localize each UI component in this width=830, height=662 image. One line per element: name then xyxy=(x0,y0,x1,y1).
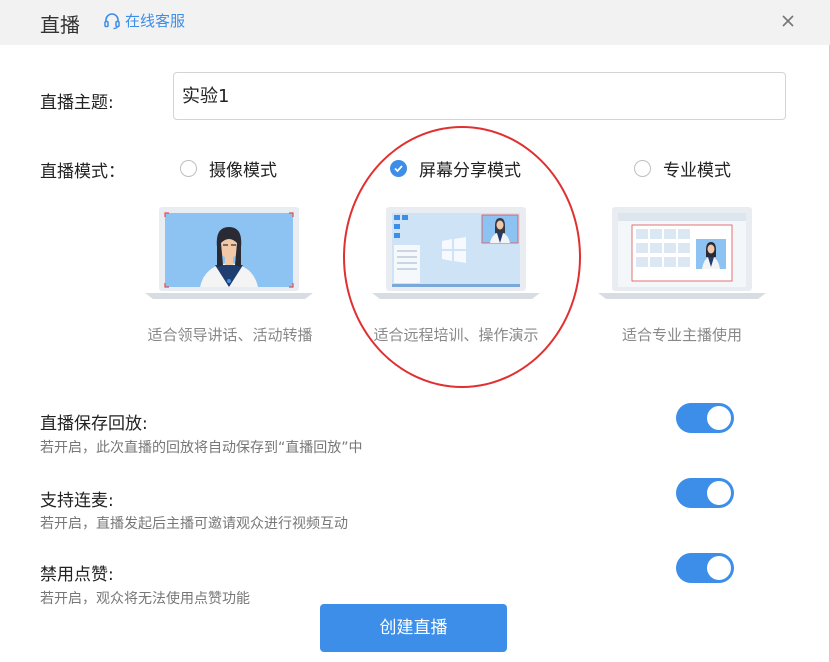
topic-input[interactable]: 实验1 xyxy=(173,72,786,120)
toggle-save-replay[interactable] xyxy=(676,403,734,433)
toggle-co-host[interactable] xyxy=(676,478,734,508)
setting-desc-replay: 若开启，此次直播的回放将自动保存到“直播回放”中 xyxy=(40,440,363,456)
topic-label: 直播主题: xyxy=(40,93,114,113)
create-live-button[interactable]: 创建直播 xyxy=(320,604,507,652)
setting-title-co-host: 支持连麦: xyxy=(40,491,114,511)
setting-desc-co-host: 若开启，直播发起后主播可邀请观众进行视频互动 xyxy=(40,516,348,532)
professional-mode-caption: 适合专业主播使用 xyxy=(621,326,742,344)
toggle-disable-likes[interactable] xyxy=(676,553,734,583)
close-icon[interactable] xyxy=(778,11,798,31)
radio-camera[interactable] xyxy=(180,160,197,177)
mode-professional-label: 专业模式 xyxy=(663,161,731,181)
professional-mode-illustration[interactable] xyxy=(598,205,766,301)
setting-desc-disable-likes: 若开启，观众将无法使用点赞功能 xyxy=(40,591,250,607)
check-icon xyxy=(394,165,403,173)
radio-professional[interactable] xyxy=(634,160,651,177)
camera-mode-caption: 适合领导讲话、活动转播 xyxy=(147,326,313,344)
mode-option-screen-share[interactable]: 屏幕分享模式 xyxy=(390,156,521,181)
dialog-header: 直播 在线客服 xyxy=(0,0,830,45)
toggle-knob xyxy=(707,481,731,505)
online-support-label: 在线客服 xyxy=(125,12,186,30)
mode-screen-share-label: 屏幕分享模式 xyxy=(419,161,521,181)
screen-share-mode-caption: 适合远程培训、操作演示 xyxy=(373,326,539,344)
mode-label: 直播模式： xyxy=(40,162,125,182)
camera-mode-illustration[interactable] xyxy=(145,205,313,301)
mode-option-camera[interactable]: 摄像模式 xyxy=(180,156,277,181)
mode-option-professional[interactable]: 专业模式 xyxy=(634,156,731,181)
online-support-link[interactable]: 在线客服 xyxy=(103,10,185,31)
screen-share-mode-illustration[interactable] xyxy=(372,205,540,301)
dialog-title: 直播 xyxy=(40,13,80,37)
mode-camera-label: 摄像模式 xyxy=(209,161,277,181)
headset-icon xyxy=(104,12,120,29)
toggle-knob xyxy=(707,556,731,580)
setting-title-replay: 直播保存回放: xyxy=(40,414,148,434)
toggle-knob xyxy=(707,406,731,430)
setting-title-disable-likes: 禁用点赞: xyxy=(40,565,114,585)
live-create-dialog: 直播 在线客服 直播主题: 实验1 直播模式： 摄像模式 屏幕分享模式 专业模式 xyxy=(0,0,830,662)
radio-screen-share[interactable] xyxy=(390,160,407,177)
